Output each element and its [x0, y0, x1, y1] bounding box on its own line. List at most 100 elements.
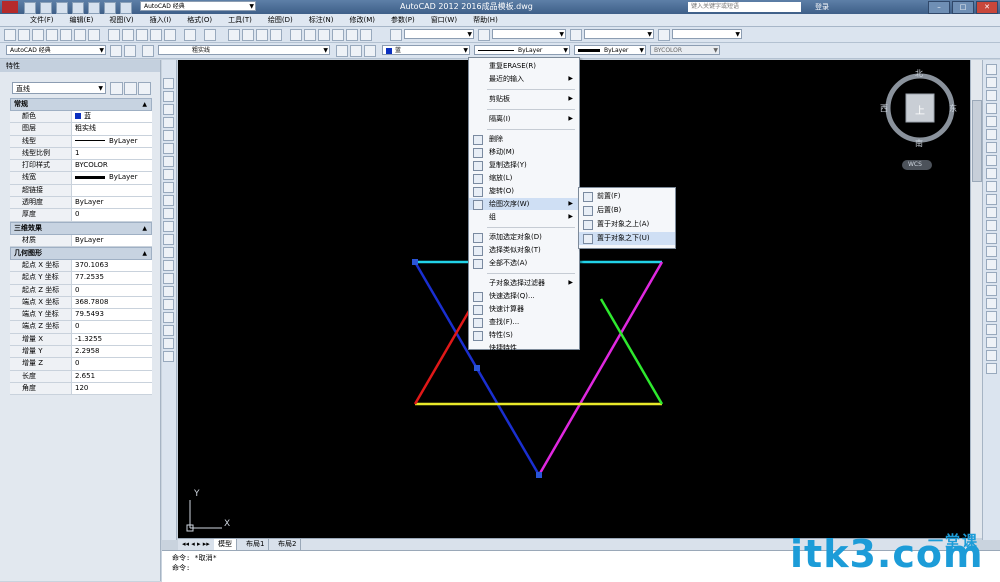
3dprint-icon[interactable]: [88, 29, 100, 41]
search-input[interactable]: 键入关键字或短语: [688, 2, 801, 12]
collapse-icon[interactable]: ▲: [142, 223, 147, 234]
menu-window[interactable]: 窗口(W): [431, 14, 457, 26]
publish-icon[interactable]: [74, 29, 86, 41]
cut-icon[interactable]: [108, 29, 120, 41]
draw-tool-icon[interactable]: [163, 156, 174, 167]
context-menu-item[interactable]: 缩放(L): [469, 172, 579, 184]
draw-tool-icon[interactable]: [163, 260, 174, 271]
draw-tool-icon[interactable]: [163, 338, 174, 349]
prop-section-header[interactable]: 几何图形 ▲: [10, 246, 152, 260]
minimize-button[interactable]: –: [928, 1, 950, 14]
make-current-layer-icon[interactable]: [336, 45, 348, 57]
modify-tool-icon[interactable]: [986, 181, 997, 192]
tab-layout1[interactable]: 布局1: [242, 539, 270, 550]
design-center-icon[interactable]: [304, 29, 316, 41]
context-menu-item[interactable]: 查找(F)...: [469, 316, 579, 328]
modify-tool-icon[interactable]: [986, 155, 997, 166]
context-menu-item[interactable]: 删除: [469, 133, 579, 145]
text-style-combo[interactable]: ▼: [404, 29, 474, 39]
modify-tool-icon[interactable]: [986, 337, 997, 348]
prop-value[interactable]: 蓝: [72, 111, 152, 122]
draw-tool-icon[interactable]: [163, 273, 174, 284]
linetype-combo[interactable]: ByLayer ▼: [474, 45, 570, 55]
context-menu-item[interactable]: 最近的输入 ▶: [469, 73, 579, 85]
properties-tb-icon[interactable]: [290, 29, 302, 41]
context-menu-item[interactable]: 隔离(I) ▶: [469, 113, 579, 125]
prop-row[interactable]: 端点 Z 坐标 0: [10, 321, 152, 334]
modify-tool-icon[interactable]: [986, 246, 997, 257]
prop-value[interactable]: 0: [72, 285, 152, 296]
prop-row[interactable]: 线型 ByLayer: [10, 135, 152, 148]
prop-value[interactable]: 0: [72, 358, 152, 369]
save-as-icon[interactable]: [72, 2, 84, 14]
matchprop-icon[interactable]: [150, 29, 162, 41]
prop-row[interactable]: 透明度 ByLayer: [10, 197, 152, 210]
save-icon[interactable]: [56, 2, 68, 14]
context-menu-item[interactable]: 剪贴板 ▶: [469, 93, 579, 105]
workspace-settings-icon[interactable]: [110, 45, 122, 57]
prop-value[interactable]: 370.1063: [72, 260, 152, 271]
prop-section-header[interactable]: 常规 ▲: [10, 98, 152, 111]
modify-tool-icon[interactable]: [986, 298, 997, 309]
prop-value[interactable]: 120: [72, 383, 152, 394]
prop-value[interactable]: 368.7808: [72, 297, 152, 308]
context-menu-item[interactable]: 特性(S): [469, 329, 579, 341]
sheet-set-icon[interactable]: [332, 29, 344, 41]
lineweight-combo[interactable]: ByLayer ▼: [574, 45, 646, 55]
modify-tool-icon[interactable]: [986, 207, 997, 218]
context-menu-item[interactable]: 绘图次序(W) ▶: [469, 198, 579, 210]
submenu-item[interactable]: 置于对象之下(U): [579, 232, 675, 245]
collapse-icon[interactable]: ▲: [142, 99, 147, 110]
undo-tb-icon[interactable]: [184, 29, 196, 41]
layer-state-icon[interactable]: [364, 45, 376, 57]
context-menu-item[interactable]: 添加选定对象(D): [469, 231, 579, 243]
compass-west[interactable]: 西: [880, 103, 888, 114]
modify-tool-icon[interactable]: [986, 233, 997, 244]
dim-style-combo[interactable]: ▼: [492, 29, 566, 39]
prop-row[interactable]: 材质 ByLayer: [10, 234, 152, 247]
context-menu-item[interactable]: 全部不选(A): [469, 257, 579, 269]
new-file-icon[interactable]: [24, 2, 36, 14]
menu-draw[interactable]: 绘图(D): [268, 14, 293, 26]
workspace-top-combo[interactable]: AutoCAD 经典 ▼: [140, 1, 256, 11]
dim-style-icon[interactable]: [478, 29, 490, 41]
select-objects-icon[interactable]: [124, 82, 137, 95]
draw-tool-icon[interactable]: [163, 221, 174, 232]
toggle-pickadd-icon[interactable]: [110, 82, 123, 95]
customize-icon[interactable]: [124, 45, 136, 57]
modify-tool-icon[interactable]: [986, 116, 997, 127]
markup-icon[interactable]: [346, 29, 358, 41]
draw-tool-icon[interactable]: [163, 325, 174, 336]
prop-row[interactable]: 起点 Y 坐标 77.2535: [10, 272, 152, 285]
redo-tb-icon[interactable]: [204, 29, 216, 41]
modify-tool-icon[interactable]: [986, 64, 997, 75]
grip-start[interactable]: [412, 259, 418, 265]
layer-previous-icon[interactable]: [350, 45, 362, 57]
draw-tool-icon[interactable]: [163, 91, 174, 102]
context-menu-item[interactable]: 旋转(O): [469, 185, 579, 197]
layer-combo[interactable]: 粗实线 ▼: [158, 45, 330, 55]
context-menu-item[interactable]: 选择类似对象(T): [469, 244, 579, 256]
modify-tool-icon[interactable]: [986, 103, 997, 114]
prop-value[interactable]: ByLayer: [72, 172, 152, 183]
prop-row[interactable]: 角度 120: [10, 382, 152, 396]
prop-row[interactable]: 起点 Z 坐标 0: [10, 284, 152, 297]
draw-tool-icon[interactable]: [163, 247, 174, 258]
prop-value[interactable]: 2.651: [72, 371, 152, 382]
prop-value[interactable]: 0: [72, 321, 152, 332]
table-style-icon[interactable]: [570, 29, 582, 41]
modify-tool-icon[interactable]: [986, 142, 997, 153]
compass-south[interactable]: 南: [915, 138, 923, 149]
command-prompt[interactable]: 命令:: [172, 563, 190, 573]
draw-tool-icon[interactable]: [163, 117, 174, 128]
draw-tool-icon[interactable]: [163, 195, 174, 206]
prop-value[interactable]: 0: [72, 209, 152, 220]
prop-value[interactable]: 1: [72, 148, 152, 159]
draw-tool-icon[interactable]: [163, 208, 174, 219]
zoom-window-icon[interactable]: [256, 29, 268, 41]
tab-layout2[interactable]: 布局2: [274, 539, 302, 550]
context-menu-item[interactable]: 子对象选择过滤器 ▶: [469, 277, 579, 289]
plot-icon[interactable]: [46, 29, 58, 41]
modify-tool-icon[interactable]: [986, 324, 997, 335]
modify-tool-icon[interactable]: [986, 90, 997, 101]
